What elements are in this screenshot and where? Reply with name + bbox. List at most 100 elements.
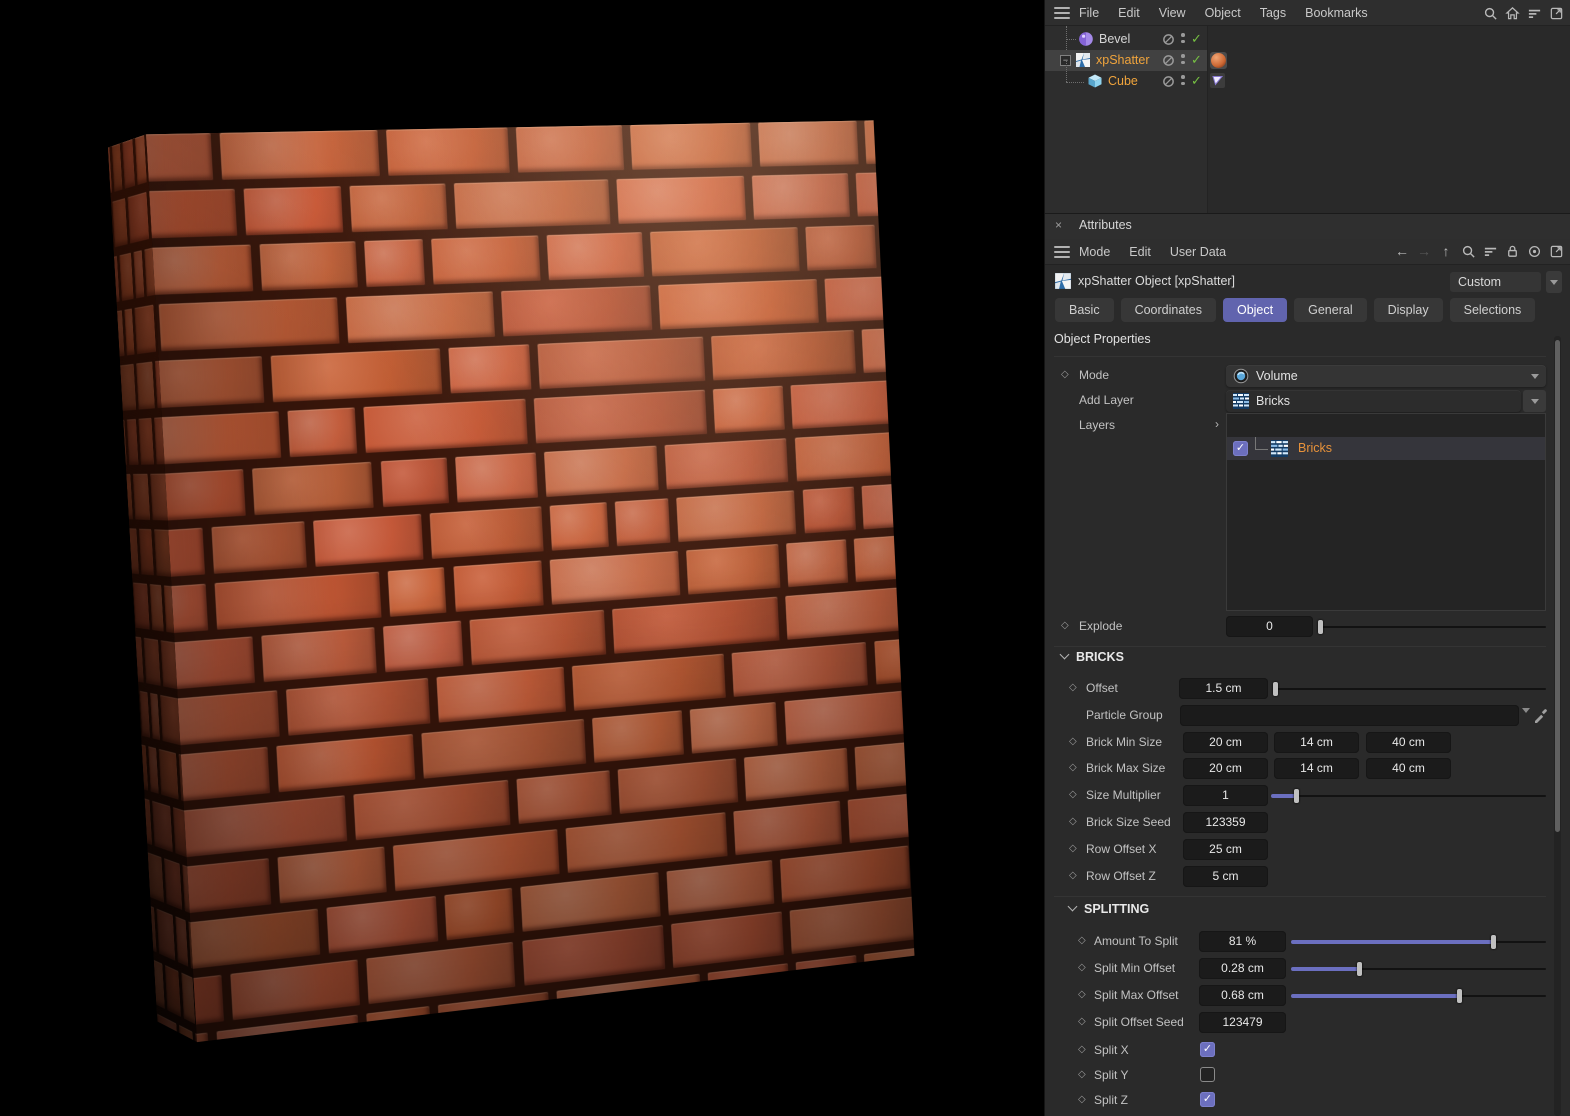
- param-diamond-icon[interactable]: ◇: [1069, 816, 1077, 827]
- object-name[interactable]: Bevel: [1099, 32, 1130, 46]
- material-thumbnail[interactable]: [1210, 52, 1227, 69]
- enabled-check-icon[interactable]: ✓: [1191, 31, 1202, 47]
- back-arrow-icon[interactable]: ←: [1394, 243, 1410, 259]
- param-diamond-icon[interactable]: ◇: [1069, 843, 1077, 854]
- enable-toggle-icon[interactable]: [1162, 75, 1175, 91]
- attributes-scrollbar[interactable]: [1554, 336, 1561, 1116]
- filter-icon[interactable]: [1526, 5, 1542, 21]
- param-diamond-icon[interactable]: ◇: [1061, 620, 1069, 631]
- 3d-viewport[interactable]: [0, 0, 1044, 1116]
- brick-max-size-y-input[interactable]: 14 cm: [1274, 758, 1359, 779]
- param-diamond-icon[interactable]: ◇: [1069, 762, 1077, 773]
- tab-object[interactable]: Object: [1222, 298, 1288, 322]
- brick-min-size-z-input[interactable]: 40 cm: [1366, 732, 1451, 753]
- search-icon[interactable]: [1460, 243, 1476, 259]
- expand-arrow-icon[interactable]: ›: [1215, 417, 1219, 431]
- preset-dropdown[interactable]: Custom: [1449, 271, 1542, 293]
- menu-hamburger-icon[interactable]: [1054, 6, 1070, 19]
- param-diamond-icon[interactable]: ◇: [1069, 736, 1077, 747]
- size-multiplier-input[interactable]: 1: [1183, 785, 1268, 806]
- tab-general[interactable]: General: [1294, 298, 1367, 322]
- split-min-offset-slider[interactable]: [1291, 959, 1546, 979]
- brick-min-size-x-input[interactable]: 20 cm: [1183, 732, 1268, 753]
- param-diamond-icon[interactable]: ◇: [1069, 870, 1077, 881]
- param-diamond-icon[interactable]: ◇: [1078, 962, 1086, 973]
- enabled-check-icon[interactable]: ✓: [1191, 73, 1202, 89]
- chevron-down-icon[interactable]: [1522, 708, 1530, 727]
- amount-to-split-input[interactable]: 81 %: [1199, 931, 1286, 952]
- om-menu-bookmarks[interactable]: Bookmarks: [1305, 6, 1368, 20]
- popout-icon[interactable]: [1548, 5, 1564, 21]
- visibility-dots-icon[interactable]: [1181, 33, 1185, 46]
- attr-menu-edit[interactable]: Edit: [1129, 245, 1151, 259]
- brick-min-size-y-input[interactable]: 14 cm: [1274, 732, 1359, 753]
- split-offset-seed-input[interactable]: 123479: [1199, 1012, 1286, 1033]
- param-diamond-icon[interactable]: ◇: [1078, 1016, 1086, 1027]
- explode-slider[interactable]: [1318, 617, 1546, 637]
- bricks-section-header[interactable]: BRICKS: [1059, 649, 1124, 664]
- split-x-checkbox[interactable]: [1200, 1042, 1215, 1057]
- visibility-dots-icon[interactable]: [1181, 54, 1185, 67]
- om-menu-tags[interactable]: Tags: [1260, 6, 1286, 20]
- param-diamond-icon[interactable]: ◇: [1078, 1069, 1086, 1080]
- param-diamond-icon[interactable]: ◇: [1078, 935, 1086, 946]
- up-arrow-icon[interactable]: ↑: [1438, 243, 1454, 259]
- param-diamond-icon[interactable]: ◇: [1061, 369, 1069, 380]
- size-multiplier-slider[interactable]: [1271, 786, 1546, 806]
- attr-menu-mode[interactable]: Mode: [1079, 245, 1110, 259]
- enabled-check-icon[interactable]: ✓: [1191, 52, 1202, 68]
- tree-row-cube[interactable]: Cube ✓: [1045, 71, 1207, 92]
- add-layer-dropdown-arrow[interactable]: [1523, 390, 1546, 412]
- tree-row-bevel[interactable]: Bevel ✓: [1045, 29, 1207, 50]
- filter-icon[interactable]: [1482, 243, 1498, 259]
- menu-hamburger-icon[interactable]: [1054, 245, 1070, 258]
- polygon-tag-icon[interactable]: [1210, 73, 1225, 88]
- offset-input[interactable]: 1.5 cm: [1179, 678, 1268, 699]
- search-icon[interactable]: [1482, 5, 1498, 21]
- brick-max-size-x-input[interactable]: 20 cm: [1183, 758, 1268, 779]
- split-max-offset-slider[interactable]: [1291, 986, 1546, 1006]
- home-icon[interactable]: [1504, 5, 1520, 21]
- lock-icon[interactable]: [1504, 243, 1520, 259]
- mode-dropdown[interactable]: Volume: [1226, 365, 1546, 387]
- tab-selections[interactable]: Selections: [1449, 298, 1536, 322]
- scrollbar-thumb[interactable]: [1555, 340, 1560, 832]
- enable-toggle-icon[interactable]: [1162, 33, 1175, 49]
- enable-toggle-icon[interactable]: [1162, 54, 1175, 70]
- layer-checkbox[interactable]: [1233, 441, 1248, 456]
- om-menu-file[interactable]: File: [1079, 6, 1099, 20]
- explode-input[interactable]: 0: [1226, 616, 1313, 637]
- tab-display[interactable]: Display: [1373, 298, 1443, 322]
- param-diamond-icon[interactable]: ◇: [1069, 789, 1077, 800]
- tab-coordinates[interactable]: Coordinates: [1120, 298, 1216, 322]
- visibility-dots-icon[interactable]: [1181, 75, 1185, 88]
- amount-to-split-slider[interactable]: [1291, 932, 1546, 952]
- om-menu-view[interactable]: View: [1159, 6, 1186, 20]
- brick-size-seed-input[interactable]: 123359: [1183, 812, 1268, 833]
- row-offset-z-input[interactable]: 5 cm: [1183, 866, 1268, 887]
- attr-menu-userdata[interactable]: User Data: [1170, 245, 1226, 259]
- om-menu-edit[interactable]: Edit: [1118, 6, 1140, 20]
- split-z-checkbox[interactable]: [1200, 1092, 1215, 1107]
- target-icon[interactable]: [1526, 243, 1542, 259]
- add-layer-field[interactable]: Bricks: [1226, 390, 1521, 412]
- brick-max-size-z-input[interactable]: 40 cm: [1366, 758, 1451, 779]
- om-menu-object[interactable]: Object: [1205, 6, 1241, 20]
- row-offset-x-input[interactable]: 25 cm: [1183, 839, 1268, 860]
- popout-icon[interactable]: [1548, 243, 1564, 259]
- splitting-section-header[interactable]: SPLITTING: [1067, 901, 1149, 916]
- particle-group-input[interactable]: [1180, 705, 1519, 726]
- split-y-checkbox[interactable]: [1200, 1067, 1215, 1082]
- object-name[interactable]: Cube: [1108, 74, 1138, 88]
- object-name[interactable]: xpShatter: [1096, 53, 1150, 67]
- param-diamond-icon[interactable]: ◇: [1069, 682, 1077, 693]
- preset-dropdown-arrow[interactable]: [1546, 271, 1562, 293]
- layers-list[interactable]: Bricks: [1226, 413, 1546, 611]
- tree-row-xpshatter[interactable]: − xpShatter ✓: [1045, 50, 1207, 71]
- split-max-offset-input[interactable]: 0.68 cm: [1199, 985, 1286, 1006]
- eyedropper-icon[interactable]: [1533, 707, 1549, 723]
- offset-slider[interactable]: [1273, 679, 1546, 699]
- layer-item-bricks[interactable]: Bricks: [1227, 437, 1545, 460]
- split-min-offset-input[interactable]: 0.28 cm: [1199, 958, 1286, 979]
- close-icon[interactable]: ×: [1055, 218, 1062, 232]
